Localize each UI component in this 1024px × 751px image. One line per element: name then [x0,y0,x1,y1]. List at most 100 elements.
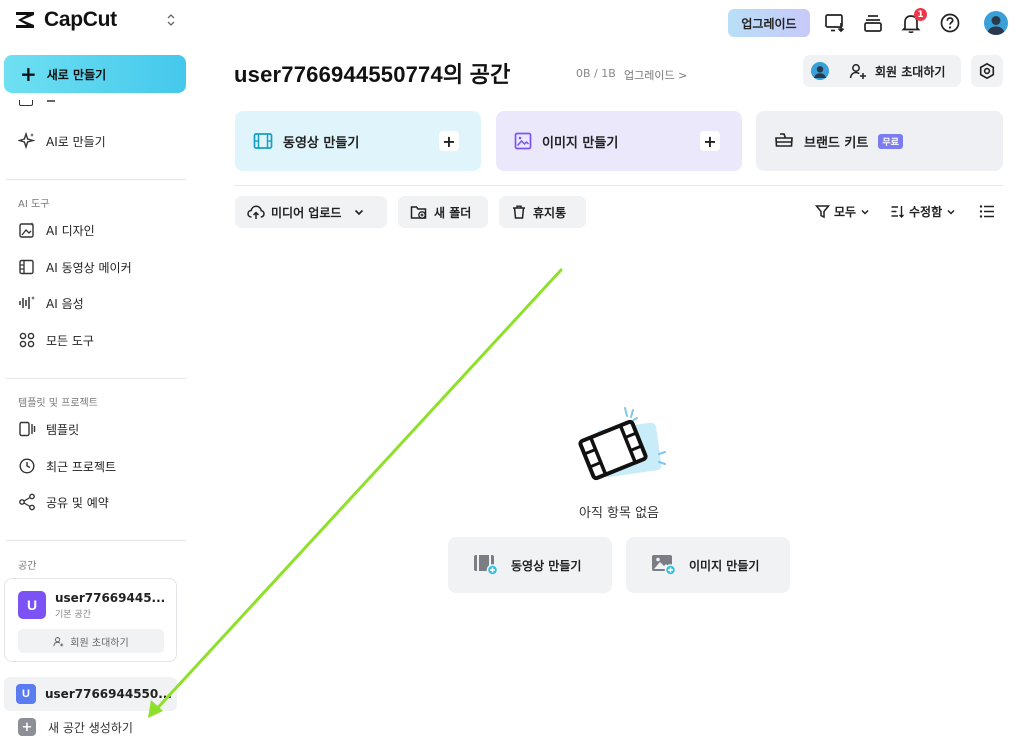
capcut-logo[interactable]: CapCut [14,8,117,32]
sidebar-item-recent-projects[interactable]: 최근 프로젝트 [18,455,116,477]
add-user-icon [849,64,866,79]
space-name: user77669445... [55,591,166,605]
ai-video-maker-icon [19,259,34,275]
help-icon[interactable] [939,12,961,34]
create-video-label: 동영상 만들기 [283,135,360,151]
page-title: user7766944550774의 공간 [234,62,511,87]
create-space-label: 새 공간 생성하기 [48,720,133,735]
sidebar-item-label: AI 음성 [46,296,84,311]
invite-member-label: 회원 초대하기 [70,637,129,649]
empty-create-image-button[interactable]: 이미지 만들기 [626,537,790,593]
section-label-templates: 템플릿 및 프로젝트 [18,398,98,409]
upgrade-button[interactable]: 업그레이드 [728,9,810,37]
storage-upgrade-link[interactable]: 업그레이드 > [624,67,687,83]
create-new-button[interactable]: + 새로 만들기 [4,55,186,93]
chevron-down-icon [861,209,869,215]
brand-kit-label: 브랜드 키트 [804,135,869,151]
empty-create-video-label: 동영상 만들기 [511,558,582,573]
user-avatar-icon [987,16,1005,35]
workspace-switch-icon[interactable] [166,13,176,27]
space-card[interactable]: U user77669445... 기본 공간 회원 초대하기 [4,578,177,662]
upload-media-button[interactable]: 미디어 업로드 [235,196,387,228]
list-view-icon[interactable] [979,204,995,219]
filter-label: 모두 [834,205,857,219]
create-image-card[interactable]: 이미지 만들기 + [496,111,742,171]
brand-kit-card[interactable]: 브랜드 키트 무료 [756,111,1003,171]
sidebar-item-all-tools[interactable]: 모든 도구 [18,329,94,351]
capcut-logo-icon [16,12,34,28]
sidebar-divider [6,179,186,180]
sidebar-divider [6,378,186,379]
ai-design-icon [19,222,35,238]
empty-film-illustration-icon [578,407,666,481]
space-avatar: U [16,684,36,704]
stack-icon[interactable] [862,12,884,34]
template-icon [19,421,36,437]
trash-button[interactable]: 휴지통 [499,196,586,228]
video-add-icon [474,555,499,576]
sidebar-item-label: AI로 만들기 [46,134,106,149]
invite-members-label: 회원 초대하기 [875,64,946,79]
sidebar-item-ai-video-maker[interactable]: AI 동영상 메이커 [18,256,132,278]
app-name: CapCut [44,8,117,31]
free-badge: 무료 [878,133,903,149]
chevron-down-icon [947,209,955,215]
space-row-item[interactable]: U user7766944550... [4,677,177,711]
sidebar-item-ai-design[interactable]: AI 디자인 [18,219,95,241]
brand-kit-icon [775,133,793,147]
create-new-label: 새로 만들기 [46,67,107,82]
clock-icon [19,458,35,474]
invite-members-button[interactable]: 회원 초대하기 [803,55,961,87]
sidebar-item-ai-voice[interactable]: AI 음성 [18,292,84,314]
space-avatar: U [18,591,46,619]
new-folder-button[interactable]: 새 폴더 [398,196,488,228]
create-space-button[interactable]: + 새 공간 생성하기 [18,718,133,736]
create-video-card[interactable]: 동영상 만들기 + [235,111,481,171]
folder-add-icon [410,206,427,219]
ai-voice-icon [19,296,35,309]
filter-dropdown[interactable]: 모두 [815,203,870,220]
sidebar-item-label: 템플릿 [46,422,80,437]
create-image-label: 이미지 만들기 [542,135,619,151]
sidebar: CapCut + 새로 만들기 AI로 만들기 AI 도구 AI 디자인 AI … [0,0,196,751]
member-avatar-icon [811,62,829,80]
sparkle-icon [18,132,36,150]
sidebar-item-label: AI 동영상 메이커 [46,260,132,275]
home-icon [19,100,33,106]
sidebar-item-label: 최근 프로젝트 [46,459,117,474]
section-divider [234,185,1003,186]
sidebar-item-partial-label [47,100,55,102]
new-folder-label: 새 폴더 [434,205,472,220]
sidebar-item-templates[interactable]: 템플릿 [18,418,79,440]
add-user-icon [53,636,64,647]
profile-avatar[interactable] [984,11,1008,35]
image-add-icon [652,555,677,576]
section-label-space: 공간 [18,561,37,572]
notification-badge: 1 [914,8,927,21]
sidebar-item-label: 모든 도구 [46,333,94,348]
empty-state-message: 아직 항목 없음 [578,506,660,521]
all-tools-icon [19,332,35,348]
upload-media-label: 미디어 업로드 [271,205,342,220]
plus-icon: + [18,718,36,736]
section-label-ai-tools: AI 도구 [18,199,50,210]
space-settings-button[interactable] [971,55,1003,87]
empty-create-image-label: 이미지 만들기 [689,558,760,573]
plus-icon: + [700,131,720,151]
sort-dropdown[interactable]: 수정함 [890,203,956,220]
image-icon [514,132,532,150]
sort-label: 수정함 [909,205,943,219]
empty-create-video-button[interactable]: 동영상 만들기 [448,537,612,593]
invite-member-button[interactable]: 회원 초대하기 [18,629,164,653]
plus-icon: + [20,62,37,86]
storage-usage: 0B / 1B [576,67,616,80]
trash-label: 휴지통 [533,205,567,220]
trash-icon [513,205,525,219]
film-icon [253,133,273,149]
sidebar-item-partial[interactable] [18,100,58,112]
sidebar-item-label: AI 디자인 [46,223,95,238]
download-app-icon[interactable] [824,12,846,34]
sort-icon [891,206,904,218]
cloud-upload-icon [247,205,265,219]
sidebar-item-ai-create[interactable]: AI로 만들기 [18,130,106,152]
